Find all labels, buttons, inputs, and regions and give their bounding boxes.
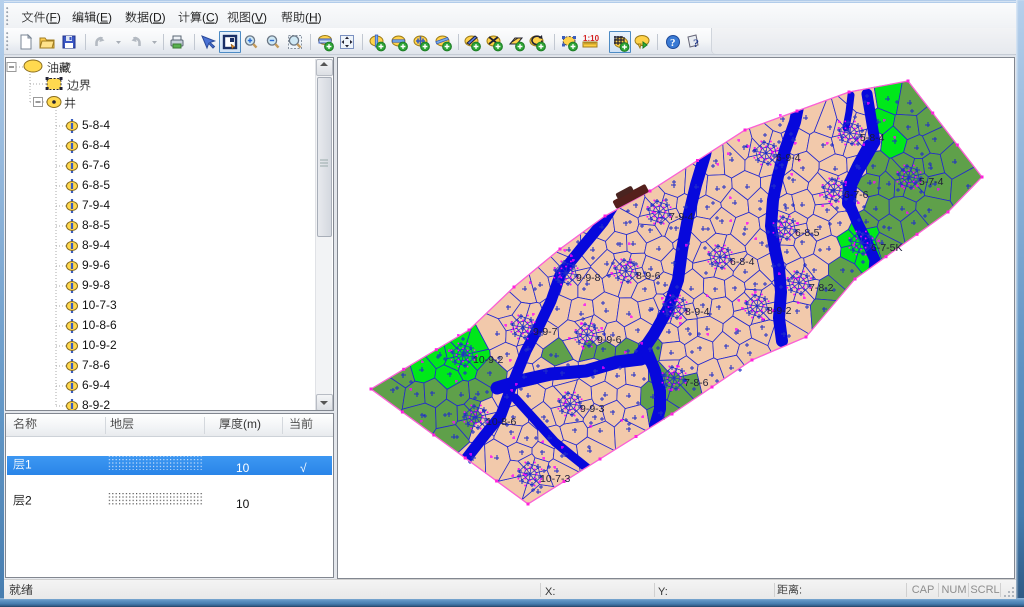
- svg-text:9-9-6: 9-9-6: [597, 334, 622, 346]
- svg-text:6-7-6: 6-7-6: [844, 189, 869, 201]
- svg-text:5-8-4: 5-8-4: [860, 132, 885, 144]
- svg-text:8-9-6: 8-9-6: [636, 270, 661, 282]
- svg-text:6-7-5K: 6-7-5K: [871, 242, 903, 254]
- svg-text:10-9-2: 10-9-2: [473, 354, 504, 366]
- svg-text:6-8-5: 6-8-5: [795, 227, 820, 239]
- svg-text:10-7-3: 10-7-3: [540, 473, 571, 485]
- svg-text:8-9-2: 8-9-2: [767, 305, 792, 317]
- svg-text:9-9-3: 9-9-3: [580, 403, 605, 415]
- svg-text:7-9-4: 7-9-4: [669, 211, 694, 223]
- svg-text:8-9-4: 8-9-4: [685, 306, 710, 318]
- svg-text:10-8-6: 10-8-6: [486, 416, 517, 428]
- svg-text:5-7-4: 5-7-4: [919, 176, 944, 188]
- svg-text:9-9-8: 9-9-8: [576, 272, 601, 284]
- svg-text:6-9-4: 6-9-4: [776, 152, 801, 164]
- svg-text:9-9-7: 9-9-7: [533, 326, 558, 338]
- svg-text:6-8-4: 6-8-4: [730, 256, 755, 268]
- svg-text:7-8-6: 7-8-6: [684, 377, 709, 389]
- svg-text:7-8-2: 7-8-2: [809, 282, 834, 294]
